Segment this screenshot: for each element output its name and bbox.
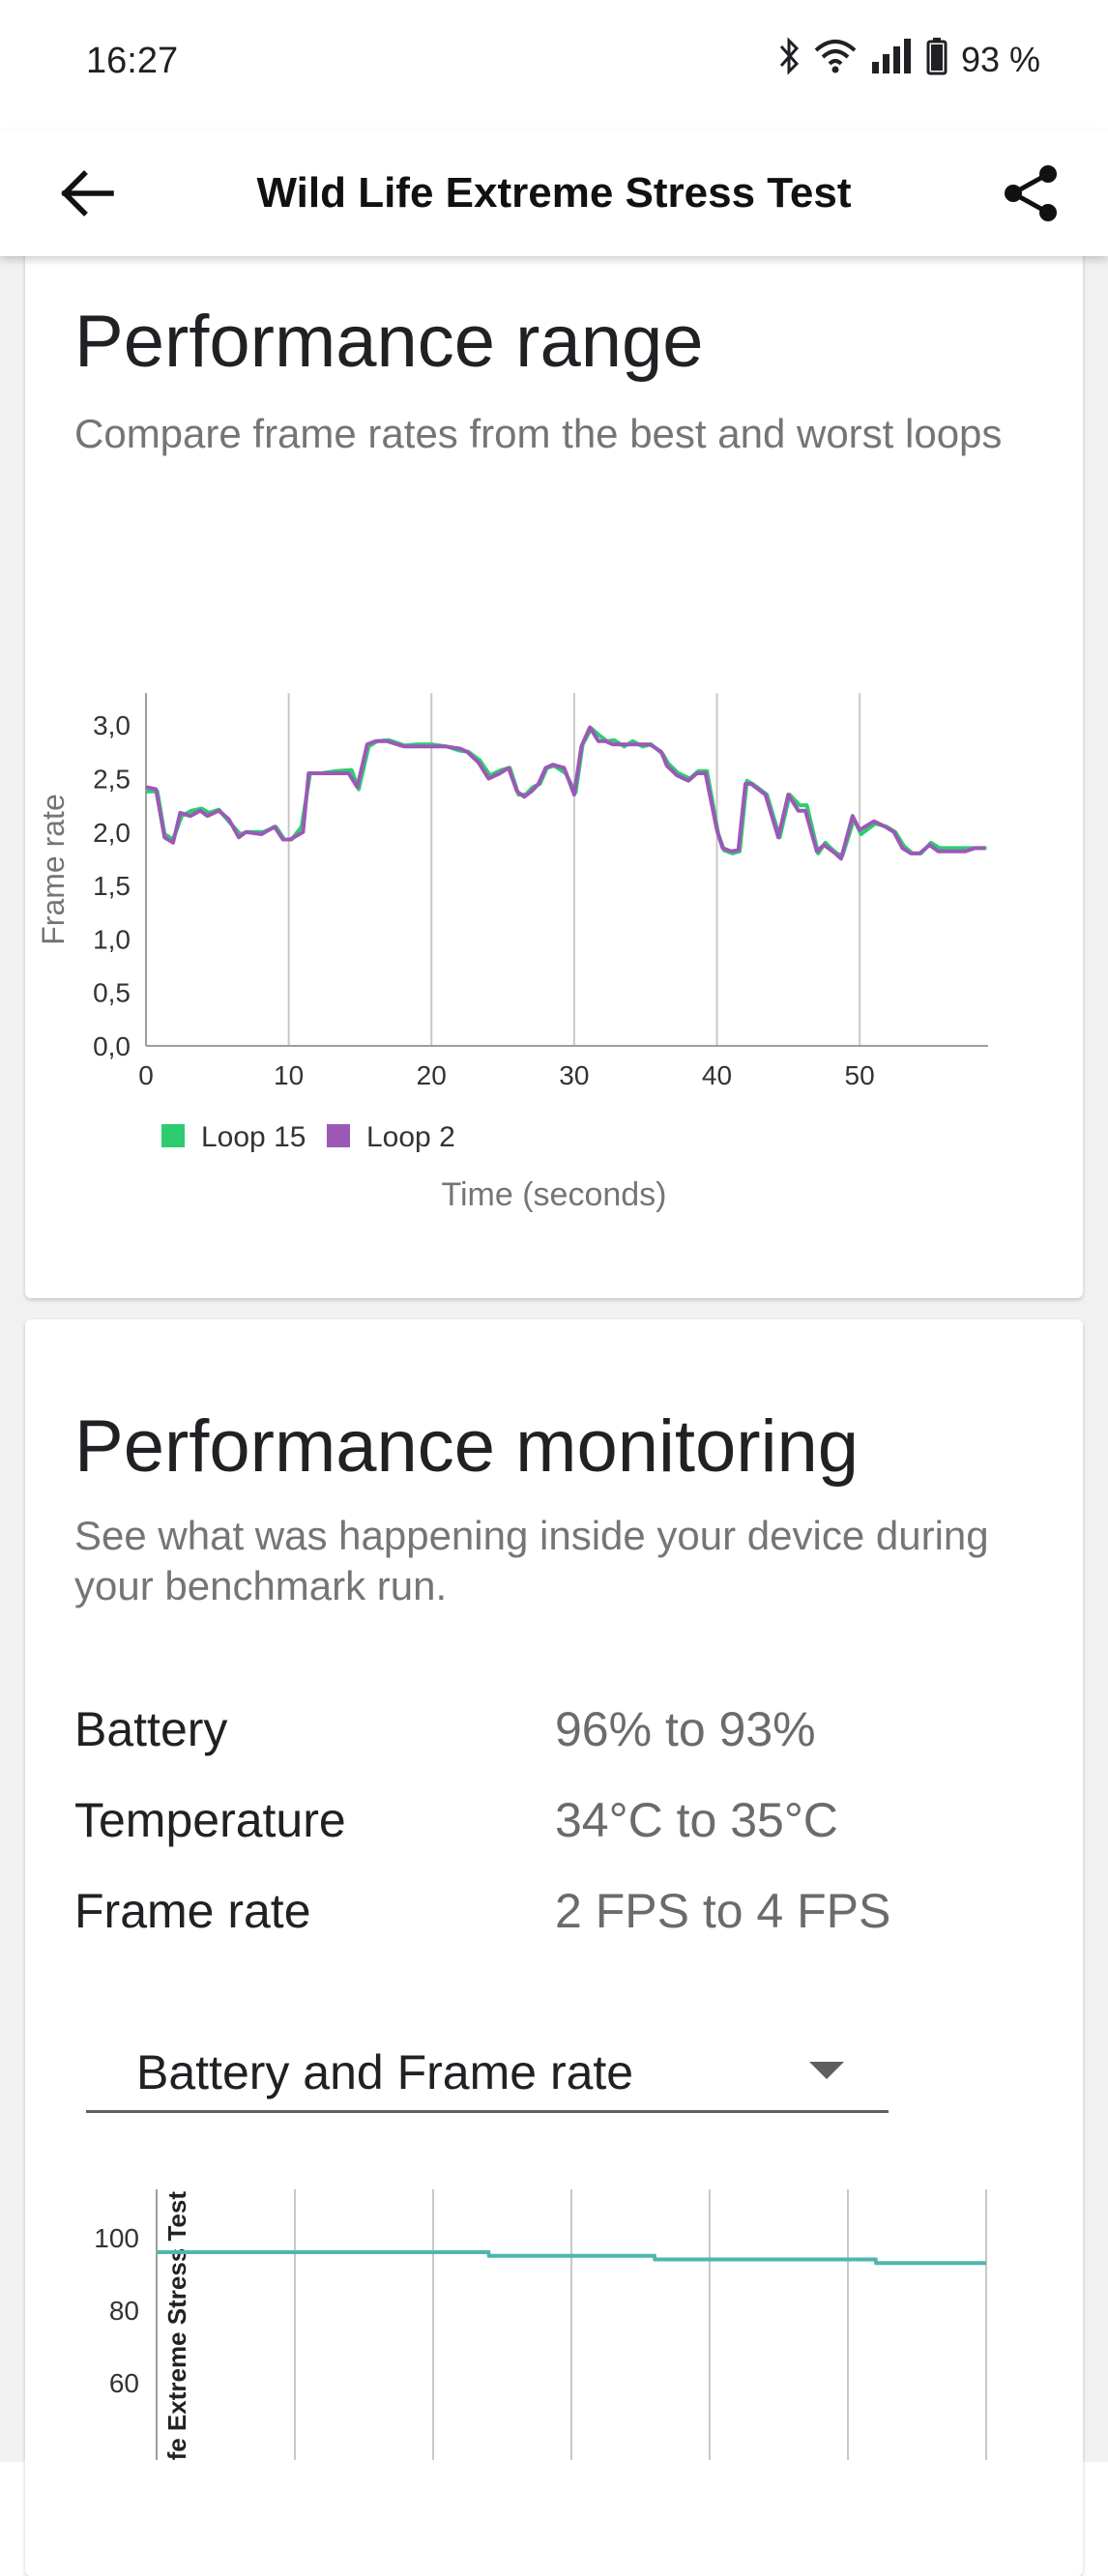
y-tick-label: 100 <box>94 2223 139 2253</box>
y-tick-label: 3,0 <box>93 710 131 740</box>
legend-swatch-loop-2 <box>327 1124 350 1147</box>
y-tick-label: 1,5 <box>93 871 131 901</box>
stat-temperature-label: Temperature <box>74 1793 346 1847</box>
status-bar: 16:27 93 % <box>0 0 1108 130</box>
status-icons: 93 % <box>777 36 1040 84</box>
page-background: Performance range Compare frame rates fr… <box>0 227 1108 2576</box>
dropdown-arrow-icon <box>809 2062 844 2079</box>
x-tick-label: 0 <box>138 1060 154 1090</box>
x-tick-label: 20 <box>417 1060 447 1090</box>
performance-monitoring-subtitle: See what was happening inside your devic… <box>74 1513 989 1608</box>
y-tick-label: 60 <box>109 2368 139 2398</box>
y-tick-label: 1,0 <box>93 924 131 954</box>
back-button[interactable] <box>48 155 126 232</box>
stat-frame-rate-label: Frame rate <box>74 1884 311 1938</box>
legend-swatch-loop-15 <box>161 1124 185 1147</box>
x-tick-label: 40 <box>702 1060 732 1090</box>
performance-range-card: Performance range Compare frame rates fr… <box>25 227 1083 1298</box>
frame-rate-chart: 0 10 20 30 40 50 0,0 0,5 1,0 1,5 2,0 2,5 3,0 Frame ra… <box>36 693 988 1213</box>
app-bar: Wild Life Extreme Stress Test <box>0 130 1108 256</box>
y-tick-label: 0,5 <box>93 978 131 1008</box>
y-tick-label: 2,5 <box>93 764 131 794</box>
stat-temperature-value: 34°C to 35°C <box>555 1793 838 1847</box>
y-tick-label: 2,0 <box>93 818 131 848</box>
legend-label-loop-15: Loop 15 <box>201 1121 306 1153</box>
y-tick-label: 0,0 <box>93 1031 131 1061</box>
x-tick-label: 30 <box>559 1060 589 1090</box>
dropdown-selected-value: Battery and Frame rate <box>136 2045 634 2099</box>
stat-battery-value: 96% to 93% <box>555 1702 816 1756</box>
x-tick-label: 10 <box>274 1060 304 1090</box>
battery-percentage: 93 % <box>960 40 1040 79</box>
performance-monitoring-card: Performance monitoring See what was happ… <box>25 1319 1083 2576</box>
arrow-left-icon <box>61 170 114 217</box>
y-axis-title: Frame rate <box>36 794 71 944</box>
bluetooth-icon <box>777 36 801 84</box>
performance-monitoring-title: Performance monitoring <box>74 1405 860 1488</box>
x-tick-label: 50 <box>845 1060 875 1090</box>
x-axis-title: Time (seconds) <box>441 1176 666 1213</box>
share-button[interactable] <box>992 155 1069 232</box>
status-time: 16:27 <box>86 41 179 81</box>
y-tick-label: 80 <box>109 2296 139 2326</box>
page-title: Wild Life Extreme Stress Test <box>256 169 852 217</box>
signal-icon <box>870 37 913 84</box>
y-axis-title: Wild Life Extreme Stress Test <box>162 2191 191 2460</box>
battery-icon <box>926 37 948 84</box>
share-icon <box>1005 165 1057 221</box>
stat-battery-label: Battery <box>74 1702 228 1756</box>
legend-label-loop-2: Loop 2 <box>366 1121 455 1153</box>
chart-type-dropdown[interactable]: Battery and Frame rate <box>86 2017 889 2113</box>
battery-chart: 100 80 60 Wild Life Extreme Stress Test <box>94 2189 987 2460</box>
stat-frame-rate-value: 2 FPS to 4 FPS <box>555 1884 891 1938</box>
wifi-icon <box>814 37 857 84</box>
